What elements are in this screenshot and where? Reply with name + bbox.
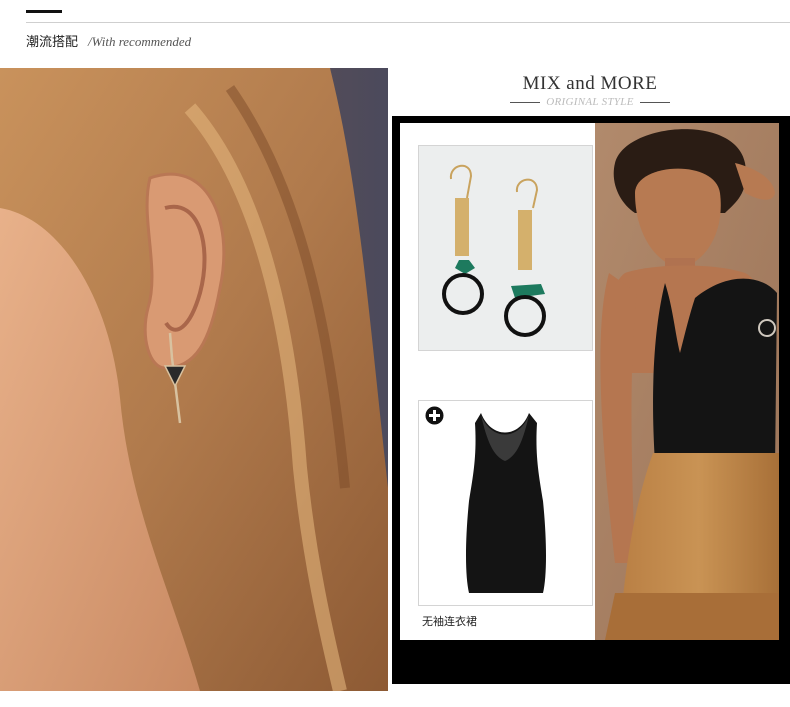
dress-product-image [419,401,592,605]
section-heading: 潮流搭配 /With recommended [26,31,192,50]
dress-product-label[interactable]: 无袖连衣裙 [422,613,477,629]
mix-subtitle-text: ORIGINAL STYLE [546,96,634,108]
ear-closeup-photo [0,68,388,691]
header-divider [26,22,790,23]
subtitle-rule-right [639,101,670,103]
earring-product-card[interactable] [418,145,593,351]
mix-title: MIX and MORE [522,73,658,94]
subtitle-rule-left [510,101,541,103]
earring-product-image [419,146,592,350]
section-title-cn: 潮流搭配 [26,35,79,50]
header-accent-bar [26,10,62,13]
mix-subtitle: ORIGINAL STYLE [390,95,790,109]
section-title-en: /With recommended [88,34,192,49]
dress-product-card[interactable] [418,400,593,606]
add-icon[interactable] [425,406,444,425]
model-photo [595,123,779,640]
